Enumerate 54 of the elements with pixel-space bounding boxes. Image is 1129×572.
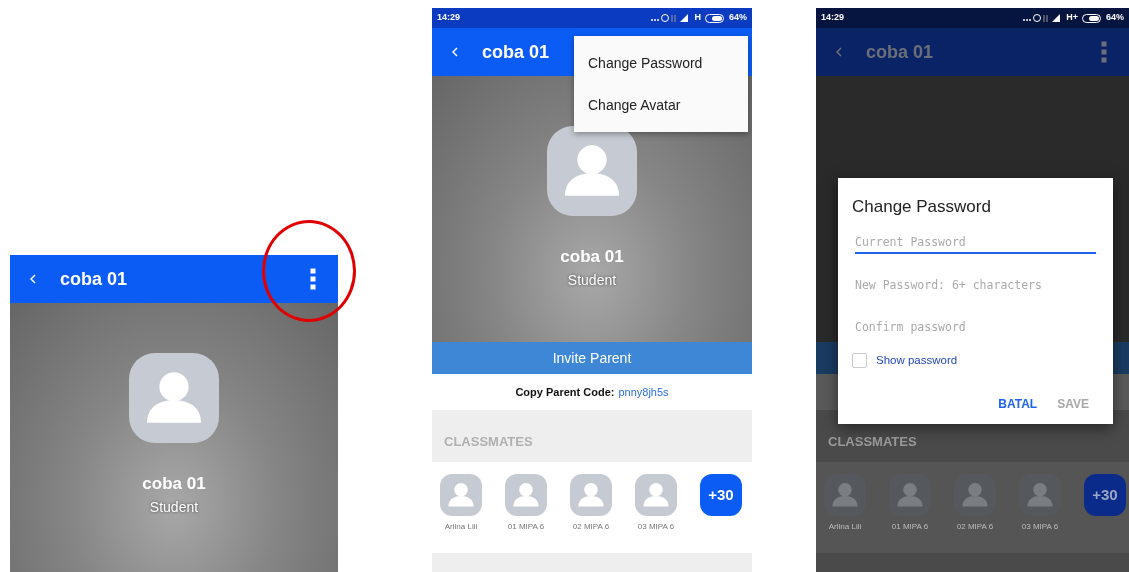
parent-code-label: Copy Parent Code: [515, 384, 615, 400]
battery-icon [1082, 13, 1102, 23]
section-heading: CLASSMATES [444, 432, 533, 451]
avatar-icon [889, 474, 931, 516]
classmate-name[interactable]: 02 MIPA 6 [956, 521, 994, 533]
menu-item[interactable]: Change Avatar [574, 84, 748, 126]
status-time: 14:29 [821, 11, 845, 25]
status-icons [650, 13, 691, 23]
profile-role: Student [149, 497, 199, 517]
classmate-name[interactable]: Arlina Lili [444, 521, 478, 533]
checkbox[interactable] [852, 352, 867, 368]
invite-bar[interactable]: Invite Parent [432, 342, 752, 374]
status-icons [1022, 13, 1063, 23]
dialog-button[interactable]: BATAL [996, 394, 1040, 413]
invite-parent-label: Invite Parent [552, 348, 632, 368]
battery-level: 64% [1106, 11, 1124, 25]
battery-icon [705, 13, 725, 23]
classmate-name[interactable]: 03 MIPA 6 [1021, 521, 1059, 533]
password-field[interactable]: Current Password [855, 231, 1096, 254]
more-options-icon[interactable] [310, 268, 316, 290]
more-options-icon[interactable] [1101, 41, 1107, 63]
profile-name: coba 01 [560, 246, 624, 268]
show-password-label[interactable]: Show password [876, 351, 958, 369]
password-field[interactable]: New Password: 6+ characters [855, 273, 1096, 296]
classmate-name[interactable]: Arlina Lili [828, 521, 862, 533]
screen-title: coba 01 [482, 40, 550, 64]
battery-level: 64% [729, 11, 747, 25]
profile-name: coba 01 [142, 473, 206, 495]
status-time: 14:29 [437, 11, 461, 25]
dialog-title: Change Password [852, 196, 992, 218]
avatar-icon [824, 474, 866, 516]
menu-item[interactable]: Change Password [574, 42, 748, 84]
avatar-icon [1019, 474, 1061, 516]
avatar-icon [129, 353, 219, 443]
avatar-icon [635, 474, 677, 516]
avatar-icon [570, 474, 612, 516]
screen-title: coba 01 [60, 267, 128, 291]
network-type: H [694, 11, 701, 25]
classmate-name[interactable]: 01 MIPA 6 [507, 521, 545, 533]
more-classmates-button[interactable]: +30 [1084, 474, 1126, 516]
avatar-icon [954, 474, 996, 516]
network-type: H+ [1066, 11, 1078, 25]
classmate-name[interactable]: 03 MIPA 6 [637, 521, 675, 533]
section-heading: CLASSMATES [828, 432, 917, 451]
screen-title: coba 01 [866, 40, 934, 64]
classmate-name[interactable]: 02 MIPA 6 [572, 521, 610, 533]
classmate-name[interactable]: 01 MIPA 6 [891, 521, 929, 533]
back-icon[interactable] [836, 47, 842, 57]
password-field[interactable]: Confirm password [855, 315, 1096, 338]
avatar-icon [440, 474, 482, 516]
parent-code-link[interactable]: pnny8jh5s [618, 383, 669, 401]
profile-role: Student [567, 270, 617, 290]
avatar-icon [505, 474, 547, 516]
more-classmates-button[interactable]: +30 [700, 474, 742, 516]
